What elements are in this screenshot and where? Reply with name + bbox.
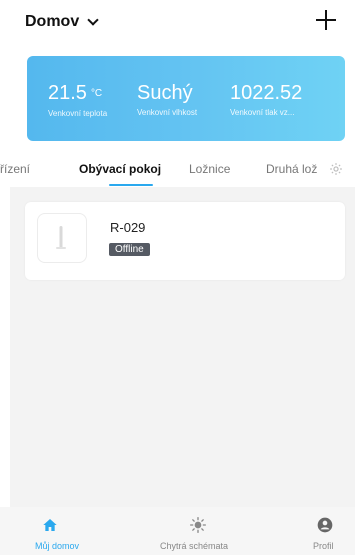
nav-item-muj-domov[interactable]: Můj domov	[20, 507, 80, 555]
nav-item-profil[interactable]: Profil	[305, 507, 345, 555]
weather-card[interactable]: 21.5 °C Venkovní teplota Suchý Venkovní v…	[27, 56, 345, 141]
weather-humidity: Suchý Venkovní vlhkost	[137, 82, 197, 117]
temperature-unit: °C	[90, 87, 103, 99]
device-card[interactable]: R-029 Offline	[25, 202, 345, 280]
device-icon	[56, 226, 66, 249]
weather-pressure: 1022.52 Venkovní tlak vz...	[230, 82, 302, 117]
weather-temperature: 21.5 °C Venkovní teplota	[48, 82, 107, 118]
home-selector[interactable]: Domov	[25, 13, 99, 31]
device-name: R-029	[110, 220, 146, 235]
chevron-down-icon	[87, 14, 99, 26]
device-thumbnail	[37, 213, 87, 263]
gear-icon[interactable]	[329, 162, 343, 176]
nav-label-chytra-schemata: Chytrá schémata	[160, 541, 229, 551]
tab-druha-loz[interactable]: Druhá lož	[266, 162, 317, 176]
pressure-label: Venkovní tlak vz...	[230, 108, 295, 117]
header: Domov	[0, 0, 355, 50]
active-tab-indicator	[109, 184, 153, 186]
home-icon	[43, 519, 57, 531]
pressure-value: 1022.52	[230, 82, 303, 104]
humidity-label: Venkovní vlhkost	[137, 108, 198, 117]
nav-label-muj-domov: Můj domov	[35, 541, 80, 551]
temperature-value: 21.5	[48, 82, 87, 104]
nav-item-chytra-schemata[interactable]: Chytrá schémata	[150, 507, 240, 555]
profile-icon	[317, 517, 333, 533]
nav-label-profil: Profil	[313, 541, 334, 551]
tab-rizeni[interactable]: řízení	[0, 162, 30, 176]
sun-icon	[190, 517, 206, 533]
tab-obyvaci-pokoj[interactable]: Obývací pokoj	[79, 162, 161, 176]
tab-loznice[interactable]: Ložnice	[189, 162, 230, 176]
status-badge: Offline	[109, 243, 150, 256]
humidity-value: Suchý	[137, 82, 193, 104]
home-name: Domov	[25, 13, 80, 30]
temperature-label: Venkovní teplota	[48, 108, 108, 118]
room-tabs: řízení Obývací pokoj Ložnice Druhá lož	[0, 150, 355, 188]
plus-icon[interactable]	[313, 7, 339, 33]
bottom-nav: Můj domov Chytrá schémata Profil	[0, 507, 355, 555]
